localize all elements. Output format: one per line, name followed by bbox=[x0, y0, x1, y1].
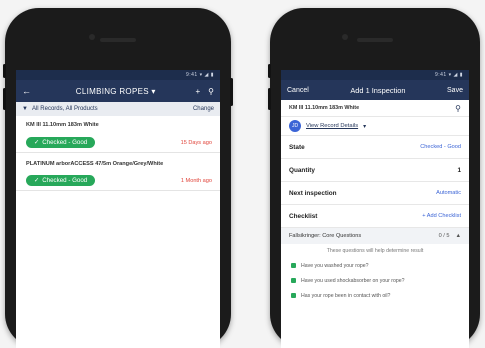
list-item[interactable]: KM III 11.10mm 183m White ✓ Checked - Go… bbox=[16, 116, 220, 153]
item-header: KM III 11.10mm 183m White ⚲ bbox=[281, 100, 469, 117]
chevron-down-icon: ▾ bbox=[151, 86, 156, 96]
chevron-up-icon: ▲ bbox=[455, 233, 461, 239]
status-text: 9:41 ▾ ◢ ▮ bbox=[185, 72, 214, 78]
item-name: KM III 11.10mm 183m White bbox=[26, 122, 99, 128]
filter-icon: ▼ bbox=[22, 106, 28, 112]
back-arrow-icon[interactable]: ← bbox=[22, 86, 36, 96]
status-text: Checked - Good bbox=[42, 139, 88, 146]
status-bar: 9:41 ▾ ◢ ▮ bbox=[16, 70, 220, 80]
section-note: These questions will help determine resu… bbox=[326, 248, 424, 254]
item-name: PLATINUM arborACCESS 47/5m Orange/Grey/W… bbox=[26, 161, 164, 167]
status-text: Checked - Good bbox=[42, 177, 88, 184]
location-pin-icon[interactable]: ⚲ bbox=[455, 104, 461, 113]
filter-bar: ▼ All Records, All Products Change bbox=[16, 102, 220, 116]
status-badge: ✓ Checked - Good bbox=[26, 137, 96, 148]
status-bar: 9:41 ▾ ◢ ▮ bbox=[281, 70, 469, 80]
side-button bbox=[268, 64, 271, 78]
checkbox-icon[interactable] bbox=[291, 263, 296, 268]
status-badge: ✓ Checked - Good bbox=[26, 175, 96, 186]
question-row[interactable]: Have you washed your rope? bbox=[281, 258, 469, 273]
search-icon[interactable]: ⚲ bbox=[208, 87, 214, 96]
filter-label: All Records, All Products bbox=[31, 106, 98, 112]
front-camera bbox=[89, 34, 95, 40]
last-inspection-time: 1 Month ago bbox=[180, 177, 212, 184]
field-value: 1 bbox=[457, 166, 461, 174]
checklist-field[interactable]: Checklist + Add Checklist bbox=[281, 205, 469, 228]
record-row: JD View Record Details ▾ bbox=[281, 117, 469, 136]
app-title[interactable]: CLIMBING ROPES ▾ bbox=[36, 87, 195, 96]
question-text: Has your rope been in contact with oil? bbox=[301, 292, 391, 299]
check-icon: ✓ bbox=[34, 177, 40, 184]
state-field[interactable]: State Checked - Good bbox=[281, 136, 469, 159]
status-text: 9:41 ▾ ◢ ▮ bbox=[434, 72, 463, 78]
question-text: Have you used shockabsorber on your rope… bbox=[301, 277, 405, 284]
field-label: Next inspection bbox=[289, 189, 337, 197]
right-screen: 9:41 ▾ ◢ ▮ Cancel Add 1 Inspection Save … bbox=[281, 70, 469, 348]
app-bar: ← CLIMBING ROPES ▾ + ⚲ bbox=[16, 80, 220, 102]
app-bar: Cancel Add 1 Inspection Save bbox=[281, 80, 469, 100]
change-filter-link[interactable]: Change bbox=[193, 106, 214, 112]
volume-button bbox=[268, 88, 271, 110]
field-label: Checklist bbox=[289, 212, 318, 220]
volume-button bbox=[3, 88, 6, 110]
quantity-field[interactable]: Quantity 1 bbox=[281, 159, 469, 182]
checkbox-icon[interactable] bbox=[291, 278, 296, 283]
field-value: Checked - Good bbox=[420, 144, 461, 150]
field-value: Automatic bbox=[436, 190, 461, 196]
question-text: Have you washed your rope? bbox=[301, 262, 369, 269]
section-progress: 0 / 5 bbox=[438, 233, 450, 239]
right-phone: 9:41 ▾ ◢ ▮ Cancel Add 1 Inspection Save … bbox=[268, 8, 480, 348]
item-name: KM III 11.10mm 183m White bbox=[289, 105, 360, 111]
front-camera bbox=[342, 34, 348, 40]
checklist-section-header[interactable]: Fallsikringer: Core Questions 0 / 5 ▲ bbox=[281, 228, 469, 244]
add-icon[interactable]: + bbox=[195, 87, 200, 96]
page-title: Add 1 Inspection bbox=[350, 85, 406, 95]
speaker bbox=[100, 38, 136, 42]
avatar: JD bbox=[289, 120, 301, 132]
save-button[interactable]: Save bbox=[447, 87, 463, 94]
section-title: Fallsikringer: Core Questions bbox=[289, 233, 362, 239]
cancel-button[interactable]: Cancel bbox=[287, 87, 309, 94]
field-label: Quantity bbox=[289, 166, 315, 174]
chevron-down-icon: ▾ bbox=[363, 123, 367, 130]
add-checklist-text: Add Checklist bbox=[426, 213, 461, 219]
app-title-text: CLIMBING ROPES bbox=[75, 86, 149, 96]
question-row[interactable]: Has your rope been in contact with oil? bbox=[281, 288, 469, 303]
last-inspection-time: 15 Days ago bbox=[180, 139, 212, 146]
check-icon: ✓ bbox=[34, 139, 40, 146]
add-checklist-link[interactable]: + Add Checklist bbox=[422, 213, 461, 219]
view-record-link[interactable]: View Record Details bbox=[306, 123, 358, 129]
speaker bbox=[357, 38, 393, 42]
left-phone: 9:41 ▾ ◢ ▮ ← CLIMBING ROPES ▾ + ⚲ ▼ All … bbox=[3, 8, 233, 348]
question-row[interactable]: Have you used shockabsorber on your rope… bbox=[281, 273, 469, 288]
left-screen: 9:41 ▾ ◢ ▮ ← CLIMBING ROPES ▾ + ⚲ ▼ All … bbox=[16, 70, 220, 348]
side-button bbox=[3, 64, 6, 78]
field-label: State bbox=[289, 143, 305, 151]
list-item[interactable]: PLATINUM arborACCESS 47/5m Orange/Grey/W… bbox=[16, 153, 220, 191]
next-inspection-field[interactable]: Next inspection Automatic bbox=[281, 182, 469, 205]
power-button bbox=[230, 78, 233, 106]
checkbox-icon[interactable] bbox=[291, 293, 296, 298]
